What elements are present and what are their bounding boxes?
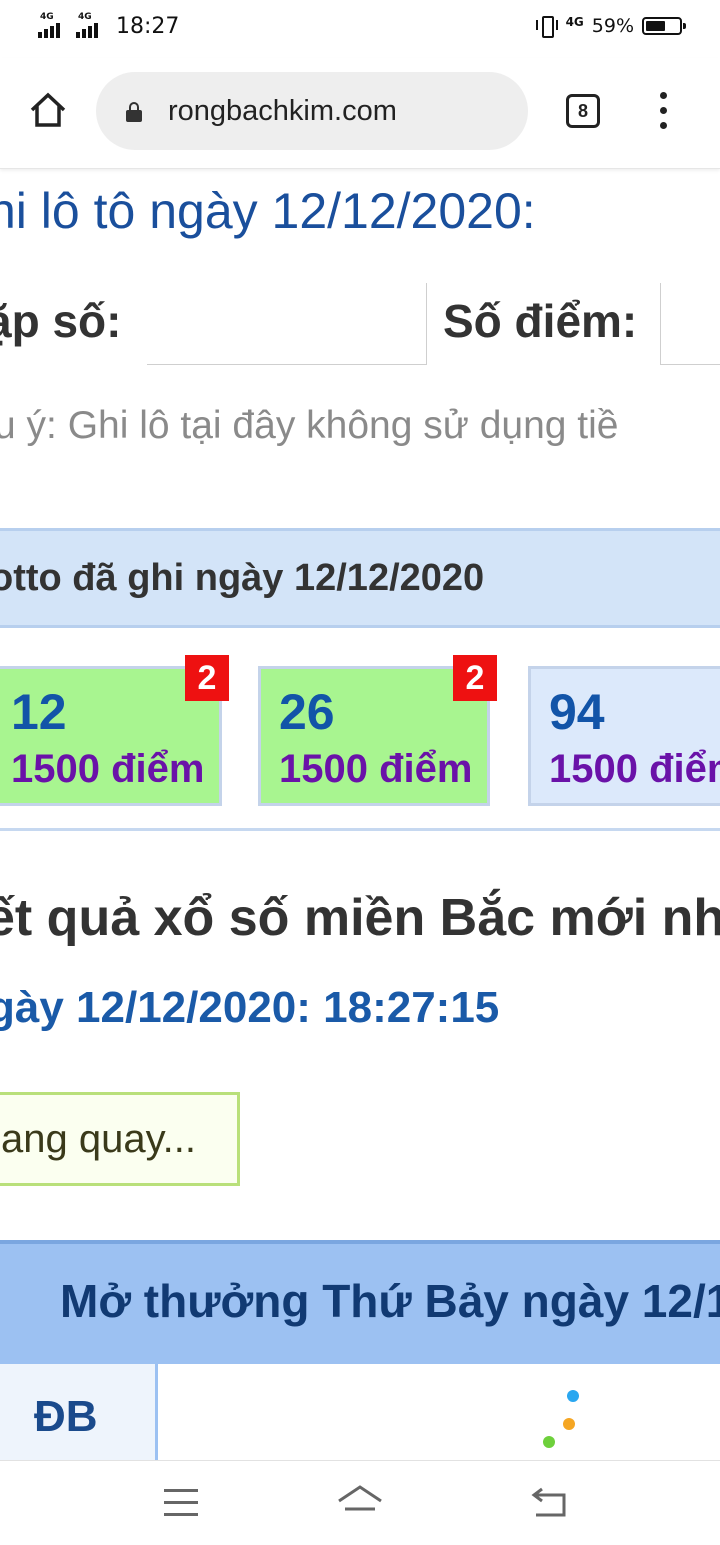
cap-so-label: ặp số: xyxy=(0,295,122,347)
page-content: hi lô tô ngày 12/12/2020: ặp số: Số điểm… xyxy=(0,168,720,1460)
lotto-card[interactable]: 26 1500 điểm 2 xyxy=(258,655,497,806)
network-label: 4G xyxy=(565,15,584,29)
signal-icon: 4G xyxy=(76,12,108,40)
clock: 18:27 xyxy=(116,13,180,39)
lotto-number: 12 xyxy=(11,684,67,740)
results-title: ết quả xổ số miền Bắc mới nh xyxy=(0,889,720,947)
home-icon[interactable] xyxy=(336,1483,384,1521)
lotto-count-badge: 2 xyxy=(453,655,497,701)
so-diem-label: Số điểm: xyxy=(443,295,638,347)
lock-icon xyxy=(126,102,142,122)
drawing-status-text: ang quay... xyxy=(1,1117,196,1161)
ghi-lo-heading: hi lô tô ngày 12/12/2020: xyxy=(0,183,536,239)
system-nav-bar xyxy=(0,1460,720,1545)
browser-toolbar: rongbachkim.com 8 xyxy=(0,58,720,169)
status-bar: 4G 4G 18:27 4G 59% xyxy=(0,0,720,58)
lotto-number: 94 xyxy=(549,684,605,740)
note-text: u ý: Ghi lô tại đây không sử dụng tiề xyxy=(0,404,619,447)
lotto-points: 1500 điểm xyxy=(549,747,720,791)
lotto-header: otto đã ghi ngày 12/12/2020 xyxy=(0,528,720,628)
lotto-points: 1500 điểm xyxy=(279,747,473,791)
back-icon[interactable] xyxy=(530,1487,570,1519)
results-table-header: Mở thưởng Thứ Bảy ngày 12/1 xyxy=(0,1240,720,1364)
so-diem-input[interactable] xyxy=(660,283,720,365)
status-left: 4G 4G 18:27 xyxy=(38,12,179,40)
lotto-count-badge: 2 xyxy=(185,655,229,701)
address-bar[interactable]: rongbachkim.com xyxy=(96,72,528,150)
url-text: rongbachkim.com xyxy=(168,95,397,127)
more-menu-icon[interactable] xyxy=(654,92,674,132)
results-table-title: Mở thưởng Thứ Bảy ngày 12/1 xyxy=(60,1275,720,1327)
lotto-divider xyxy=(0,828,720,831)
prize-label-cell: ĐB xyxy=(0,1364,158,1460)
menu-icon[interactable] xyxy=(164,1489,198,1517)
lotto-points: 1500 điểm xyxy=(11,747,205,791)
cap-so-input[interactable] xyxy=(147,283,427,365)
drawing-status-box: ang quay... xyxy=(0,1092,240,1186)
lotto-header-text: otto đã ghi ngày 12/12/2020 xyxy=(0,557,485,599)
home-icon[interactable] xyxy=(26,88,70,132)
signal-1-label: 4G xyxy=(40,12,54,22)
results-datetime: gày 12/12/2020: 18:27:15 xyxy=(0,983,500,1032)
lotto-number: 26 xyxy=(279,684,335,740)
vibrate-icon xyxy=(535,14,558,38)
battery-percent: 59% xyxy=(591,15,634,37)
lotto-card[interactable]: 12 1500 điểm 2 xyxy=(0,655,229,806)
table-row: ĐB xyxy=(0,1364,720,1460)
tab-switcher-button[interactable]: 8 xyxy=(566,94,600,128)
signal-icon: 4G xyxy=(38,12,70,40)
loading-spinner-icon xyxy=(543,1390,588,1450)
lotto-card[interactable]: 94 1500 điểm xyxy=(528,666,720,806)
signal-2-label: 4G xyxy=(78,12,92,22)
battery-fill xyxy=(646,21,665,31)
status-right: 4G 59% xyxy=(535,14,686,38)
prize-label: ĐB xyxy=(34,1392,98,1441)
battery-icon xyxy=(642,17,686,35)
